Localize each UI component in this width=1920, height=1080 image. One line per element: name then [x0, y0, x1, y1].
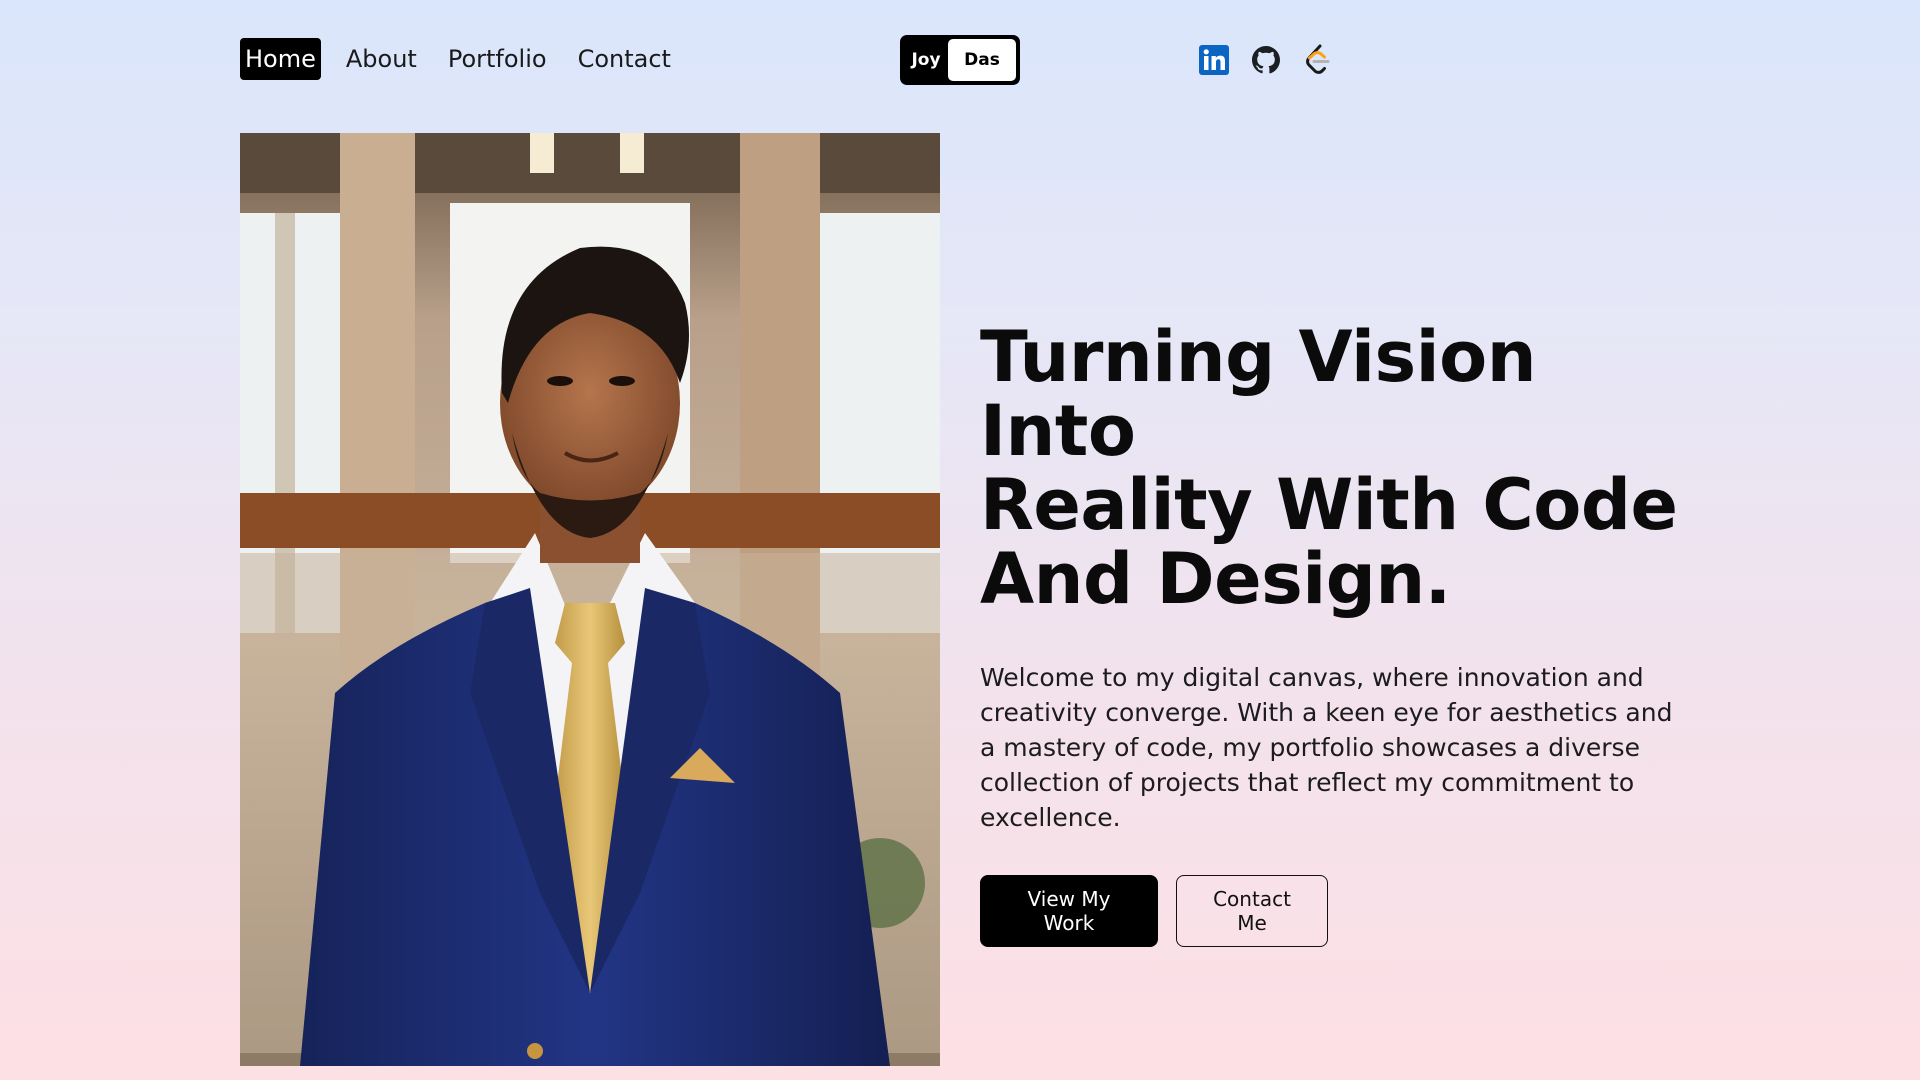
- nav-about-link[interactable]: About: [340, 41, 423, 77]
- main-nav: Home About Portfolio Contact: [240, 38, 696, 80]
- leetcode-icon[interactable]: [1302, 44, 1334, 76]
- hero-title-line-3: And Design.: [980, 538, 1451, 620]
- site-logo[interactable]: Joy Das: [900, 35, 1020, 85]
- hero-actions: View My Work Contact Me: [980, 875, 1700, 947]
- hero-section: Turning Vision Into Reality With Code An…: [980, 320, 1700, 947]
- linkedin-icon[interactable]: [1198, 44, 1230, 76]
- nav-home-link[interactable]: Home: [240, 38, 321, 80]
- nav-contact-link[interactable]: Contact: [572, 41, 677, 77]
- hero-description: Welcome to my digital canvas, where inno…: [980, 663, 1673, 832]
- social-links: [1198, 44, 1334, 76]
- nav-portfolio-link[interactable]: Portfolio: [442, 41, 553, 77]
- contact-me-button[interactable]: Contact Me: [1176, 875, 1328, 947]
- hero-title-line-2: Reality With Code: [980, 464, 1678, 546]
- view-my-work-button[interactable]: View My Work: [980, 875, 1158, 947]
- profile-photo: [240, 133, 940, 1066]
- hero-title: Turning Vision Into Reality With Code An…: [980, 320, 1700, 616]
- logo-last-name: Das: [948, 39, 1016, 81]
- hero-title-line-1: Turning Vision Into: [980, 316, 1537, 472]
- github-icon[interactable]: [1250, 44, 1282, 76]
- logo-first-name: Joy: [911, 50, 941, 70]
